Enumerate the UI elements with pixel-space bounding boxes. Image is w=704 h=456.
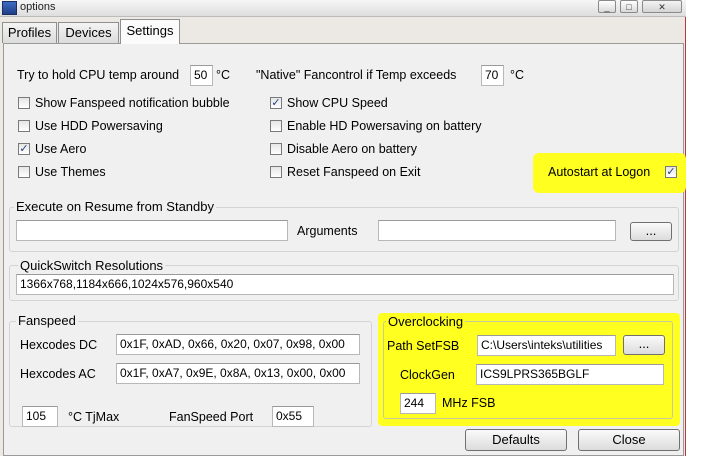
fanspeed-group-title: Fanspeed bbox=[16, 313, 78, 328]
fsb-input[interactable]: 244 bbox=[400, 393, 436, 414]
defaults-button[interactable]: Defaults bbox=[465, 429, 567, 451]
use-aero-checkbox[interactable]: ✓ bbox=[18, 143, 30, 155]
overclocking-group-title: Overclocking bbox=[386, 314, 466, 329]
setfsb-browse-button[interactable]: ... bbox=[623, 335, 665, 355]
quickswitch-group-title: QuickSwitch Resolutions bbox=[18, 258, 166, 273]
clockgen-input[interactable]: ICS9LPRS365BGLF bbox=[476, 364, 664, 385]
fsb-unit-label: MHz FSB bbox=[442, 396, 496, 410]
enable-hd-powersaving-checkbox[interactable] bbox=[270, 120, 282, 132]
path-setfsb-label: Path SetFSB bbox=[387, 339, 460, 353]
native-temp-unit: °C bbox=[510, 68, 525, 82]
hexcodes-dc-label: Hexcodes DC bbox=[20, 338, 98, 352]
use-hdd-powersaving-label: Use HDD Powersaving bbox=[35, 119, 163, 133]
autostart-checkbox[interactable]: ✓ bbox=[665, 166, 677, 178]
show-cpu-speed-label: Show CPU Speed bbox=[287, 96, 388, 110]
enable-hd-powersaving-label: Enable HD Powersaving on battery bbox=[287, 119, 482, 133]
cpu-temp-label: Try to hold CPU temp around bbox=[17, 68, 180, 82]
show-fanspeed-bubble-label: Show Fanspeed notification bubble bbox=[35, 96, 230, 110]
reset-fanspeed-exit-checkbox[interactable] bbox=[270, 166, 282, 178]
disable-aero-battery-checkbox[interactable] bbox=[270, 143, 282, 155]
show-cpu-speed-checkbox[interactable]: ✓ bbox=[270, 97, 282, 109]
title-bar[interactable]: options _ □ ✕ bbox=[0, 0, 686, 17]
tab-devices[interactable]: Devices bbox=[58, 22, 119, 43]
tjmax-input[interactable]: 105 bbox=[22, 406, 58, 427]
maximize-button[interactable]: □ bbox=[620, 0, 638, 13]
resume-command-input[interactable] bbox=[16, 220, 288, 241]
tab-settings[interactable]: Settings bbox=[120, 19, 180, 44]
native-fancontrol-label: "Native" Fancontrol if Temp exceeds bbox=[256, 68, 457, 82]
use-aero-label: Use Aero bbox=[35, 142, 87, 156]
use-themes-checkbox[interactable] bbox=[18, 166, 30, 178]
cpu-temp-input[interactable]: 50 bbox=[190, 65, 213, 86]
fanspeed-port-input[interactable]: 0x55 bbox=[272, 406, 314, 427]
show-fanspeed-bubble-checkbox[interactable] bbox=[18, 97, 30, 109]
resume-browse-button[interactable]: ... bbox=[630, 222, 672, 241]
app-icon bbox=[2, 1, 17, 15]
cpu-temp-unit: °C bbox=[216, 68, 231, 82]
clockgen-label: ClockGen bbox=[400, 368, 455, 382]
window-title: options bbox=[20, 1, 56, 13]
disable-aero-battery-label: Disable Aero on battery bbox=[287, 142, 417, 156]
hexcodes-dc-input[interactable]: 0x1F, 0xAD, 0x66, 0x20, 0x07, 0x98, 0x00 bbox=[116, 334, 360, 355]
options-window: options _ □ ✕ Profiles Devices Settings … bbox=[0, 0, 686, 456]
arguments-input[interactable] bbox=[378, 220, 616, 241]
minimize-button[interactable]: _ bbox=[598, 0, 616, 13]
use-hdd-powersaving-checkbox[interactable] bbox=[18, 120, 30, 132]
hexcodes-ac-label: Hexcodes AC bbox=[20, 367, 96, 381]
use-themes-label: Use Themes bbox=[35, 165, 106, 179]
native-temp-input[interactable]: 70 bbox=[481, 65, 504, 86]
arguments-label: Arguments bbox=[297, 224, 358, 238]
quickswitch-input[interactable]: 1366x768,1184x666,1024x576,960x540 bbox=[16, 274, 674, 295]
fanspeed-port-label: FanSpeed Port bbox=[169, 410, 254, 424]
autostart-label: Autostart at Logon bbox=[548, 165, 651, 179]
resume-group-title: Execute on Resume from Standby bbox=[14, 199, 216, 214]
reset-fanspeed-exit-label: Reset Fanspeed on Exit bbox=[287, 165, 421, 179]
path-setfsb-input[interactable]: C:\Users\inteks\utilities bbox=[477, 335, 616, 356]
tjmax-label: °C TjMax bbox=[68, 410, 120, 424]
close-window-button[interactable]: ✕ bbox=[642, 0, 682, 13]
hexcodes-ac-input[interactable]: 0x1F, 0xA7, 0x9E, 0x8A, 0x13, 0x00, 0x00 bbox=[116, 363, 360, 384]
tab-profiles[interactable]: Profiles bbox=[2, 22, 57, 43]
close-button[interactable]: Close bbox=[578, 429, 680, 451]
